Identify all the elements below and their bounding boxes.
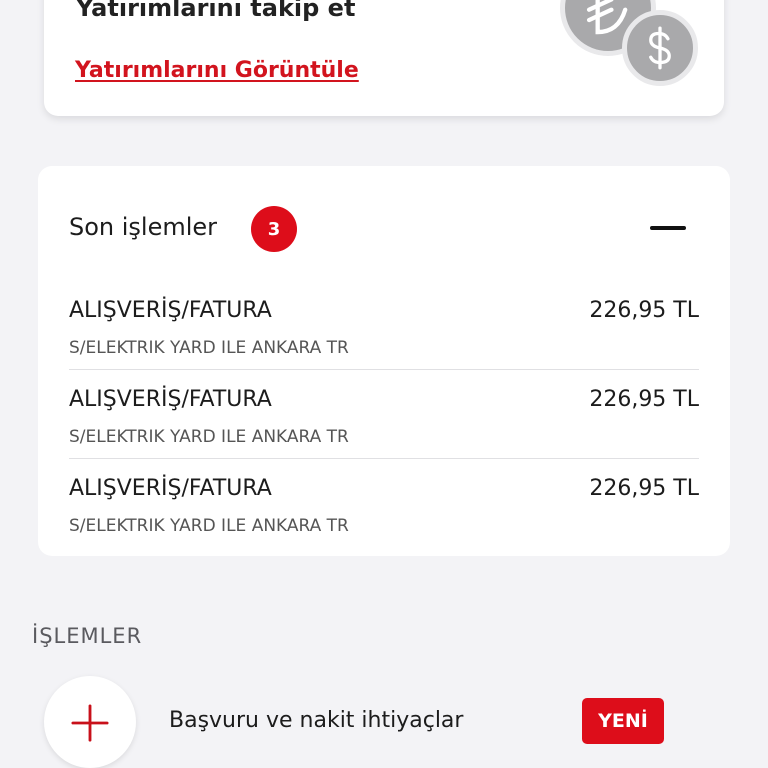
transaction-description: S/ELEKTRIK YARD ILE ANKARA TR xyxy=(69,338,349,358)
transaction-amount: 226,95 TL xyxy=(589,387,699,412)
transaction-amount: 226,95 TL xyxy=(589,298,699,323)
recent-transactions-card: Son işlemler 3 ALIŞVERİŞ/FATURA S/ELEKTR… xyxy=(38,166,730,556)
investments-title: Yatırımlarını takip et xyxy=(76,0,356,22)
dollar-coin-icon xyxy=(622,10,698,86)
transaction-name: ALIŞVERİŞ/FATURA xyxy=(69,476,272,501)
operations-heading: İŞLEMLER xyxy=(32,624,143,648)
transaction-row[interactable]: ALIŞVERİŞ/FATURA S/ELEKTRIK YARD ILE ANK… xyxy=(69,460,699,548)
operation-label: Başvuru ve nakit ihtiyaçlar xyxy=(169,708,464,733)
transaction-name: ALIŞVERİŞ/FATURA xyxy=(69,387,272,412)
apply-and-cash-needs-item[interactable]: Başvuru ve nakit ihtiyaçlar YENİ xyxy=(44,676,684,768)
view-investments-link[interactable]: Yatırımlarını Görüntüle xyxy=(75,58,359,83)
plus-icon xyxy=(44,676,136,768)
investments-card: Yatırımlarını takip et Yatırımlarını Gör… xyxy=(44,0,724,116)
transaction-row[interactable]: ALIŞVERİŞ/FATURA S/ELEKTRIK YARD ILE ANK… xyxy=(69,282,699,370)
transaction-list: ALIŞVERİŞ/FATURA S/ELEKTRIK YARD ILE ANK… xyxy=(69,282,699,549)
transaction-count-badge: 3 xyxy=(251,206,297,252)
transaction-name: ALIŞVERİŞ/FATURA xyxy=(69,298,272,323)
transaction-amount: 226,95 TL xyxy=(589,476,699,501)
new-badge: YENİ xyxy=(582,698,664,744)
collapse-button[interactable] xyxy=(644,212,692,244)
transaction-description: S/ELEKTRIK YARD ILE ANKARA TR xyxy=(69,427,349,447)
transaction-description: S/ELEKTRIK YARD ILE ANKARA TR xyxy=(69,516,349,536)
recent-transactions-title: Son işlemler xyxy=(69,213,218,241)
screen: Yatırımlarını takip et Yatırımlarını Gör… xyxy=(0,0,768,768)
transaction-row[interactable]: ALIŞVERİŞ/FATURA S/ELEKTRIK YARD ILE ANK… xyxy=(69,371,699,459)
